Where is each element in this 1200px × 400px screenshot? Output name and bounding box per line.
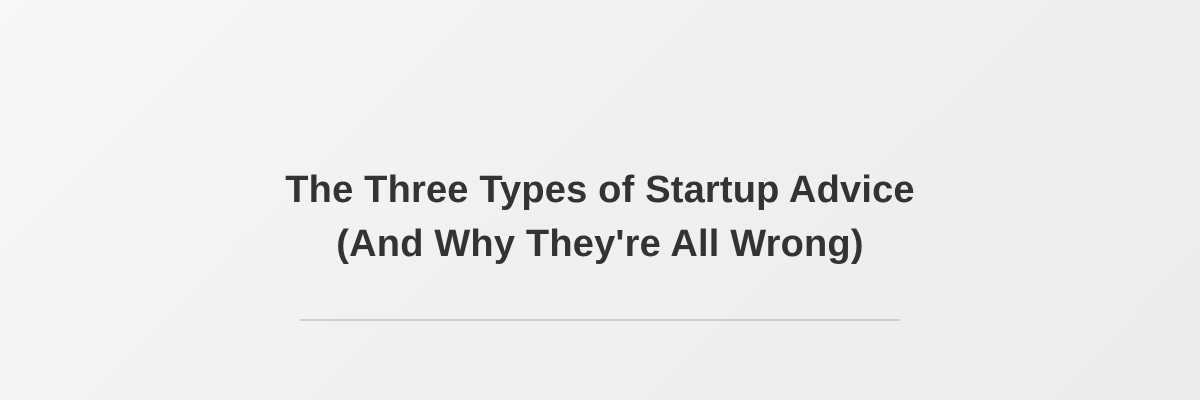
- title-line-2: (And Why They're All Wrong): [336, 223, 864, 265]
- divider: [300, 319, 900, 321]
- title-line-1: The Three Types of Startup Advice: [285, 169, 915, 211]
- page-title: The Three Types of Startup Advice (And W…: [0, 163, 1200, 271]
- header-banner: The Three Types of Startup Advice (And W…: [0, 0, 1200, 400]
